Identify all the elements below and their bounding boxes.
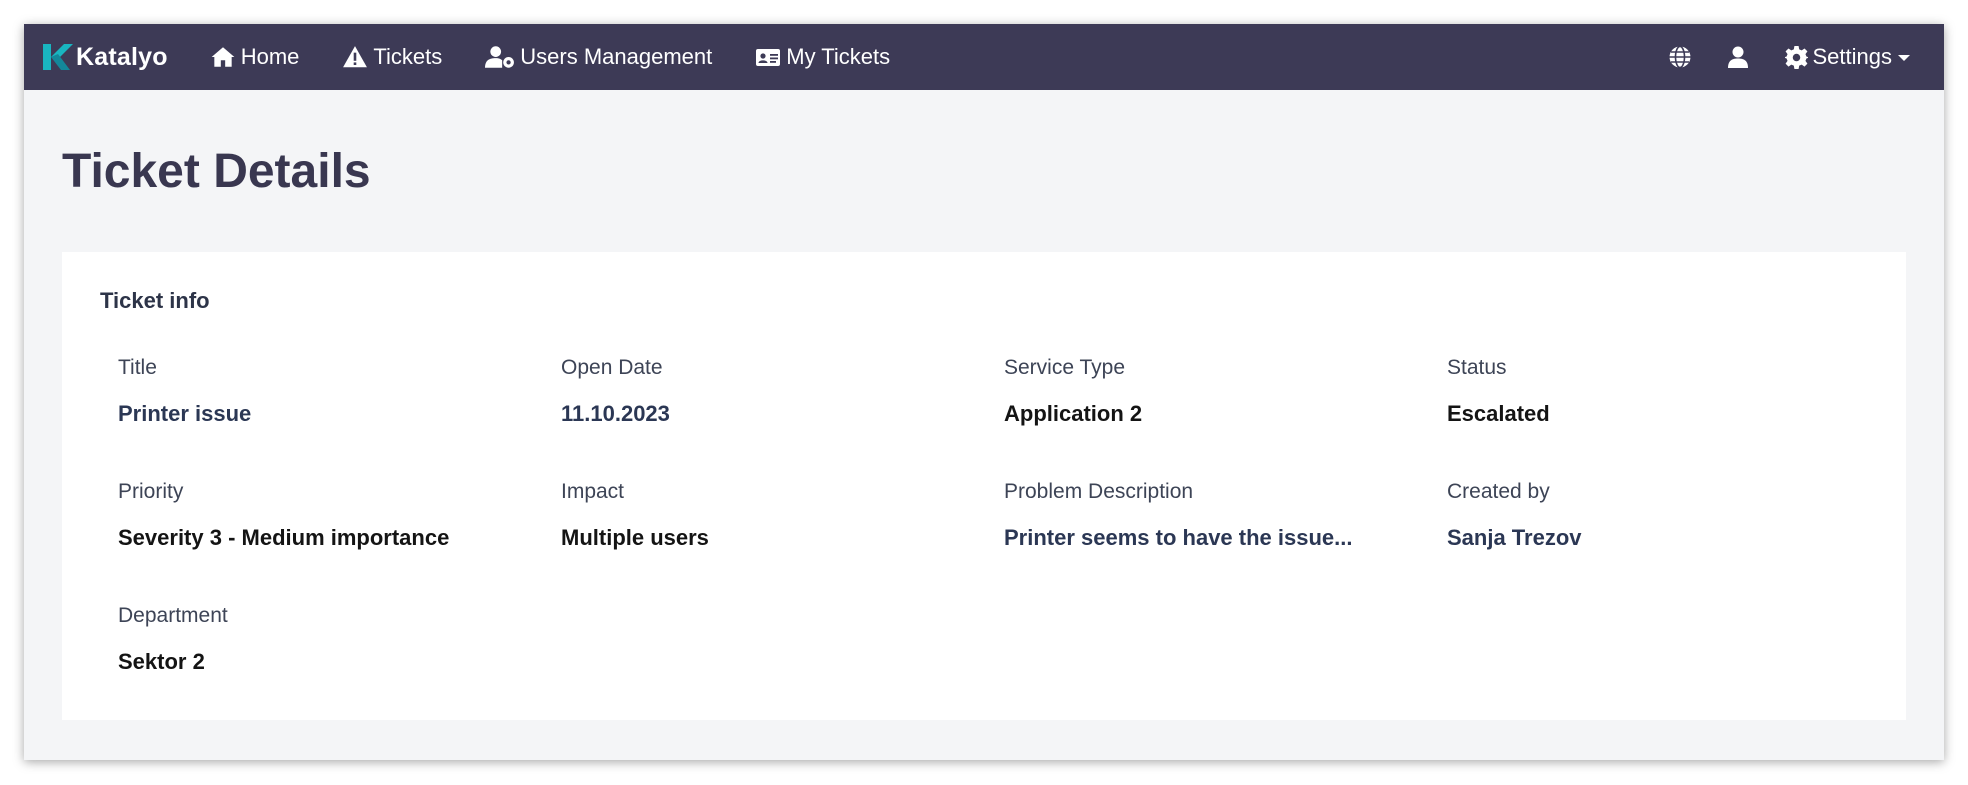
nav-my-tickets[interactable]: My Tickets xyxy=(755,44,890,70)
field-label: Service Type xyxy=(1004,356,1126,379)
nav-home-label: Home xyxy=(240,44,300,69)
warning-icon xyxy=(343,46,368,68)
globe-icon xyxy=(1669,45,1690,69)
user-cog-icon xyxy=(485,46,515,68)
field-label: Title xyxy=(118,356,157,379)
field-label: Status xyxy=(1447,356,1507,379)
ticket-info-title: Ticket info xyxy=(100,288,210,313)
field-status: Status Escalated xyxy=(1447,356,1867,427)
home-icon xyxy=(211,47,235,67)
ticket-info-card: Ticket info Title Printer issue Open Dat… xyxy=(62,252,1906,720)
field-label: Problem Description xyxy=(1004,480,1194,503)
field-value: Sanja Trezov xyxy=(1447,525,1582,550)
field-problem-description: Problem Description Printer seems to hav… xyxy=(1004,480,1424,551)
field-value: Printer issue xyxy=(118,401,252,426)
settings-label: Settings xyxy=(1812,44,1893,69)
field-label: Created by xyxy=(1447,480,1550,503)
nav-tickets[interactable]: Tickets xyxy=(342,44,442,70)
field-created-by: Created by Sanja Trezov xyxy=(1447,480,1867,551)
field-value: Escalated xyxy=(1447,401,1550,426)
settings-dropdown[interactable]: Settings xyxy=(1784,44,1910,70)
field-service-type: Service Type Application 2 xyxy=(1004,356,1424,427)
field-impact: Impact Multiple users xyxy=(561,480,981,551)
field-value: Printer seems to have the issue... xyxy=(1004,525,1353,550)
gear-icon xyxy=(1784,45,1808,69)
user-profile-button[interactable] xyxy=(1726,45,1750,69)
field-title: Title Printer issue xyxy=(118,356,538,427)
caret-down-icon xyxy=(1898,55,1910,61)
nav-users-management[interactable]: Users Management xyxy=(485,44,712,70)
user-icon xyxy=(1727,46,1748,68)
field-value: Sektor 2 xyxy=(118,649,205,674)
id-card-icon xyxy=(756,49,781,66)
app-window: Katalyo Home Tickets Users Management My… xyxy=(24,24,1944,760)
field-priority: Priority Severity 3 - Medium importance xyxy=(118,480,538,551)
top-navbar: Katalyo Home Tickets Users Management My… xyxy=(24,24,1944,90)
field-label: Department xyxy=(118,604,228,627)
brand-name: Katalyo xyxy=(76,42,168,71)
page-title: Ticket Details xyxy=(62,145,371,198)
field-department: Department Sektor 2 xyxy=(118,604,538,675)
field-label: Priority xyxy=(118,480,184,503)
language-button[interactable] xyxy=(1668,45,1692,69)
field-value: Multiple users xyxy=(561,525,709,550)
katalyo-logo-icon xyxy=(43,44,73,70)
nav-my-tickets-label: My Tickets xyxy=(786,44,891,69)
brand-logo[interactable]: Katalyo xyxy=(40,40,168,74)
field-value: 11.10.2023 xyxy=(561,401,670,426)
field-label: Open Date xyxy=(561,356,663,379)
nav-tickets-label: Tickets xyxy=(373,44,443,69)
field-value: Severity 3 - Medium importance xyxy=(118,525,450,550)
field-label: Impact xyxy=(561,480,625,503)
field-open-date: Open Date 11.10.2023 xyxy=(561,356,981,427)
nav-home[interactable]: Home xyxy=(210,44,300,70)
field-value: Application 2 xyxy=(1004,401,1143,426)
nav-users-management-label: Users Management xyxy=(520,44,713,69)
